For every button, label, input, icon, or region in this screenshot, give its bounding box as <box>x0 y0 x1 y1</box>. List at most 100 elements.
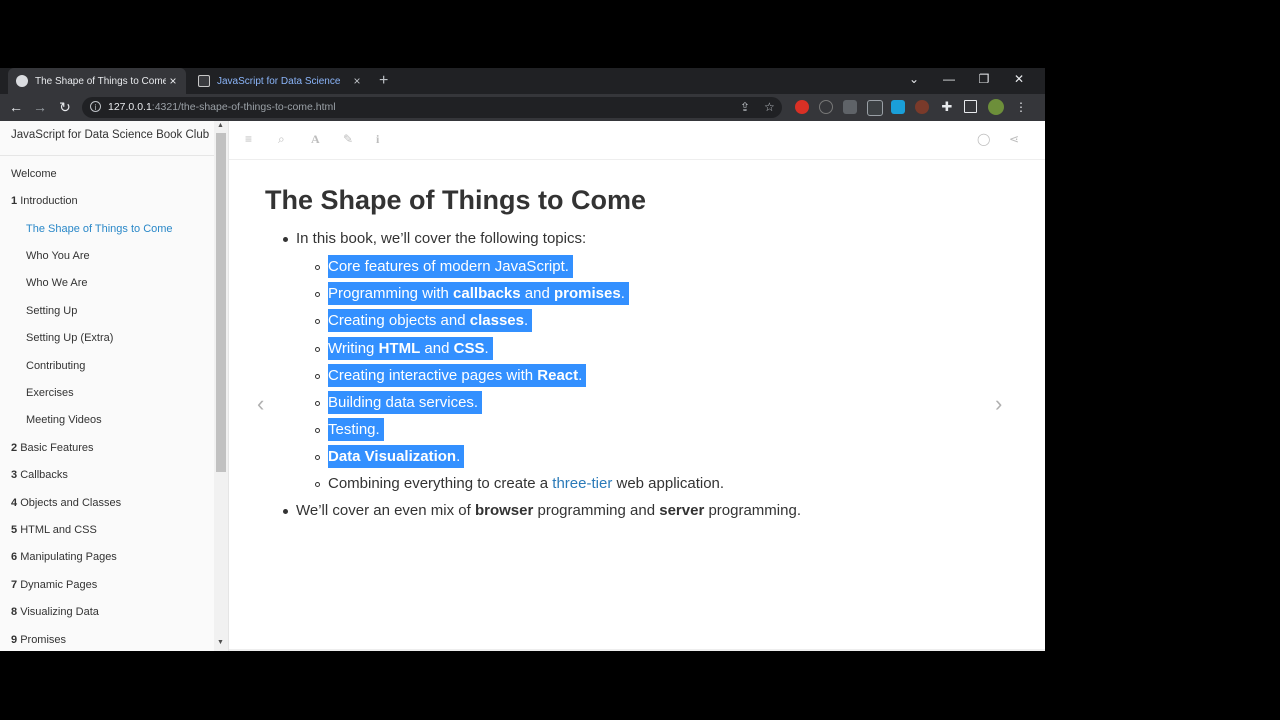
font-settings-icon[interactable]: A <box>311 132 320 147</box>
selected-text: Data Visualization. <box>328 445 465 469</box>
previous-page-arrow[interactable]: ‹ <box>257 391 264 417</box>
sidebar-item-contributing[interactable]: Contributing <box>26 359 85 373</box>
address-bar[interactable]: i 127.0.0.1:4321/the-shape-of-things-to-… <box>82 97 782 118</box>
sidebar-item-objects-classes[interactable]: 4 Objects and Classes <box>11 496 121 510</box>
close-icon[interactable]: × <box>166 74 180 88</box>
sidebar-item-basic-features[interactable]: 2 Basic Features <box>11 441 94 455</box>
back-button[interactable]: ← <box>7 98 25 116</box>
bullet-icon <box>315 455 320 461</box>
extension-red-icon[interactable] <box>795 100 809 114</box>
extension-brown-icon[interactable] <box>915 100 929 114</box>
list-item: Testing. <box>328 418 384 442</box>
sidebar-item-welcome[interactable]: Welcome <box>11 167 57 181</box>
sidebar-item-visualizing-data[interactable]: 8 Visualizing Data <box>11 605 99 619</box>
book-title[interactable]: JavaScript for Data Science Book Club <box>11 129 209 141</box>
sidebar-item-who-you-are[interactable]: Who You Are <box>26 249 90 263</box>
extension-grid-icon[interactable] <box>867 100 883 116</box>
divider <box>0 155 214 156</box>
bullet-icon <box>283 237 288 242</box>
sidebar-item-shape-of-things[interactable]: The Shape of Things to Come <box>26 222 173 236</box>
bullet-icon <box>283 509 288 514</box>
bullet-icon <box>315 482 320 487</box>
selected-text: Creating interactive pages with React. <box>328 363 587 387</box>
list-item: Creating objects and classes. <box>328 309 533 333</box>
sidebar-item-introduction[interactable]: 1 Introduction <box>11 194 78 208</box>
close-icon[interactable]: × <box>350 74 364 88</box>
selected-text: Testing. <box>328 418 384 442</box>
bullet-icon <box>315 319 320 325</box>
sidebar-item-setting-up-extra[interactable]: Setting Up (Extra) <box>26 331 113 345</box>
share-icon[interactable]: ⋖ <box>1009 132 1019 146</box>
selected-text: Creating objects and classes. <box>328 309 533 333</box>
intro-text: In this book, we’ll cover the following … <box>296 230 587 247</box>
closing-text: We’ll cover an even mix of browser progr… <box>296 502 801 519</box>
info-icon[interactable]: i <box>90 101 101 112</box>
puzzle-icon[interactable]: ✚ <box>940 100 954 114</box>
github-icon[interactable]: ◯ <box>977 132 990 146</box>
page-title: The Shape of Things to Come <box>265 185 647 215</box>
list-item: Data Visualization. <box>328 445 465 469</box>
menu-dots-icon[interactable]: ⋮ <box>1014 100 1028 114</box>
share-icon[interactable]: ⇪ <box>740 100 750 114</box>
tab-title: The Shape of Things to Come | J <box>35 75 166 87</box>
star-icon[interactable]: ☆ <box>764 100 775 114</box>
forward-button[interactable]: → <box>31 98 49 116</box>
sidebar-scrollbar[interactable]: ▲ ▼ <box>214 121 228 651</box>
divider <box>229 159 1045 160</box>
scroll-thumb[interactable] <box>216 133 226 472</box>
three-tier-link[interactable]: three-tier <box>552 475 612 492</box>
selected-text: Writing HTML and CSS. <box>328 336 493 360</box>
bullet-icon <box>315 346 320 352</box>
extension-blue-icon[interactable] <box>891 100 905 114</box>
sidebar-item-setting-up[interactable]: Setting Up <box>26 304 77 318</box>
side-panel-icon[interactable] <box>964 100 977 113</box>
list-item: Core features of modern JavaScript. <box>328 255 573 278</box>
close-window-button[interactable]: ✕ <box>1004 68 1034 94</box>
browser-toolbar: ← → ↻ i 127.0.0.1:4321/the-shape-of-thin… <box>0 94 1045 121</box>
sidebar-item-manipulating-pages[interactable]: 6 Manipulating Pages <box>11 550 117 564</box>
selected-text: Core features of modern JavaScript. <box>328 255 573 278</box>
sidebar-item-promises[interactable]: 9 Promises <box>11 633 66 647</box>
list-item: Creating interactive pages with React. <box>328 363 587 387</box>
scroll-down-arrow-icon[interactable]: ▼ <box>217 639 224 646</box>
bullet-icon <box>315 401 320 406</box>
new-tab-button[interactable]: + <box>379 71 388 91</box>
tab-strip: The Shape of Things to Come | J × JavaSc… <box>0 68 1045 94</box>
list-item: Programming with callbacks and promises. <box>328 282 629 306</box>
reload-button[interactable]: ↻ <box>56 98 74 116</box>
bullet-icon <box>315 265 320 270</box>
selected-text: Programming with callbacks and promises. <box>328 282 629 306</box>
bullet-icon <box>315 373 320 379</box>
search-icon[interactable]: ⌕ <box>278 132 285 147</box>
book-sidebar: JavaScript for Data Science Book Club We… <box>0 121 229 651</box>
bullet-icon <box>315 292 320 298</box>
tab-search-button[interactable]: ⌄ <box>899 68 929 94</box>
avatar[interactable] <box>988 99 1004 115</box>
globe-icon <box>16 75 28 87</box>
extension-circle-icon[interactable] <box>819 100 833 114</box>
bullet-icon <box>315 428 320 434</box>
minimize-button[interactable]: — <box>934 68 964 94</box>
tab-title: JavaScript for Data Science <box>217 75 341 87</box>
sidebar-item-exercises[interactable]: Exercises <box>26 386 74 400</box>
sidebar-item-meeting-videos[interactable]: Meeting Videos <box>26 413 102 427</box>
url-text[interactable]: 127.0.0.1:4321/the-shape-of-things-to-co… <box>108 101 336 113</box>
tab-js-data-science[interactable]: JavaScript for Data Science × <box>190 68 370 94</box>
sidebar-item-html-css[interactable]: 5 HTML and CSS <box>11 523 97 537</box>
list-item: Writing HTML and CSS. <box>328 336 493 360</box>
tab-shape-of-things[interactable]: The Shape of Things to Come | J × <box>8 68 186 94</box>
selected-text: Building data services. <box>328 391 483 414</box>
extension-gray-icon[interactable] <box>843 100 857 114</box>
scroll-up-arrow-icon[interactable]: ▲ <box>217 122 224 129</box>
browser-window: The Shape of Things to Come | J × JavaSc… <box>0 68 1045 651</box>
sidebar-item-callbacks[interactable]: 3 Callbacks <box>11 468 68 482</box>
sidebar-item-who-we-are[interactable]: Who We Are <box>26 276 88 290</box>
info-icon[interactable]: i <box>376 132 379 147</box>
toggle-sidebar-icon[interactable]: ≡ <box>245 132 252 146</box>
restore-button[interactable]: ❐ <box>969 68 999 94</box>
list-item: Combining everything to create a three-t… <box>328 475 725 492</box>
main-content: ≡ ⌕ A ✎ i ◯ ⋖ The Shape of Things to Com… <box>229 121 1045 651</box>
next-page-arrow[interactable]: › <box>995 391 1002 417</box>
sidebar-item-dynamic-pages[interactable]: 7 Dynamic Pages <box>11 578 97 592</box>
edit-icon[interactable]: ✎ <box>343 132 353 146</box>
